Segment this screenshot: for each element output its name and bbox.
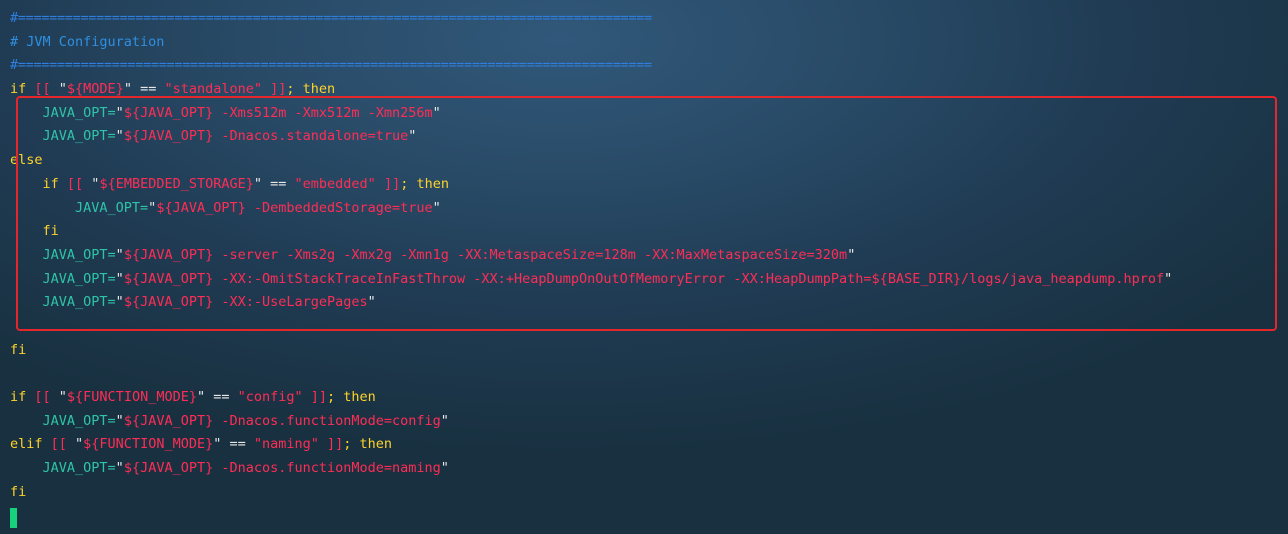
code-token: ": [58, 389, 67, 405]
code-token: [[: [34, 81, 59, 98]
code-token: if: [10, 81, 35, 98]
code-token: ${MODE}: [66, 81, 124, 98]
code-token: JAVA_OPT=: [10, 412, 116, 429]
code-token: "naming": [253, 436, 328, 453]
code-token: "standalone": [164, 81, 271, 98]
code-token: # JVM Configuration: [10, 33, 165, 50]
terminal-line: #=======================================…: [10, 7, 1280, 31]
terminal-cursor: [10, 508, 17, 528]
terminal-line: #=======================================…: [10, 54, 1280, 78]
code-token: ]]: [310, 389, 328, 405]
code-token: ==: [213, 389, 238, 405]
code-token: JAVA_OPT=: [10, 460, 116, 477]
code-token: ==: [229, 436, 254, 453]
code-token: ": [58, 81, 67, 98]
code-token: ${FUNCTION_MODE}: [83, 436, 214, 453]
code-token: #=======================================…: [10, 57, 652, 74]
code-token: ": [440, 460, 449, 477]
code-token: elif: [10, 436, 51, 453]
highlight-annotation-box: [16, 96, 1277, 331]
code-token: fi: [10, 341, 27, 358]
code-token: ${JAVA_OPT} -Dnacos.functionMode=naming: [123, 460, 441, 477]
code-token: ; then: [343, 436, 393, 453]
code-token: ": [213, 436, 230, 453]
code-token: fi: [10, 483, 27, 500]
terminal-line: elif [[ "${FUNCTION_MODE}" == "naming" ]…: [10, 433, 1280, 457]
code-token: ": [196, 389, 214, 405]
code-token: ; then: [286, 81, 336, 98]
terminal-line: if [[ "${FUNCTION_MODE}" == "config" ]];…: [10, 386, 1280, 410]
code-token: ; then: [327, 389, 376, 405]
terminal-line: JAVA_OPT="${JAVA_OPT} -Dnacos.functionMo…: [10, 457, 1280, 481]
terminal-line: # JVM Configuration: [10, 31, 1280, 55]
code-token: ": [115, 460, 124, 477]
code-token: ${FUNCTION_MODE}: [66, 389, 197, 405]
terminal-line: fi: [10, 481, 1280, 505]
code-token: ": [440, 412, 449, 429]
code-token: "config": [237, 389, 311, 405]
code-token: ": [75, 436, 84, 453]
terminal-line: JAVA_OPT="${JAVA_OPT} -Dnacos.functionMo…: [10, 410, 1280, 434]
code-token: [[: [50, 436, 76, 453]
code-token: [[: [34, 389, 59, 405]
code-token: ==: [140, 81, 165, 98]
code-token: if: [10, 389, 35, 405]
code-token: ]]: [270, 81, 287, 98]
terminal-line: fi: [10, 339, 1280, 363]
code-token: ": [115, 412, 124, 429]
code-token: ${JAVA_OPT} -Dnacos.functionMode=config: [123, 412, 441, 429]
code-token: #=======================================…: [10, 10, 652, 26]
code-token: ]]: [327, 436, 344, 453]
code-token: ": [123, 81, 141, 98]
